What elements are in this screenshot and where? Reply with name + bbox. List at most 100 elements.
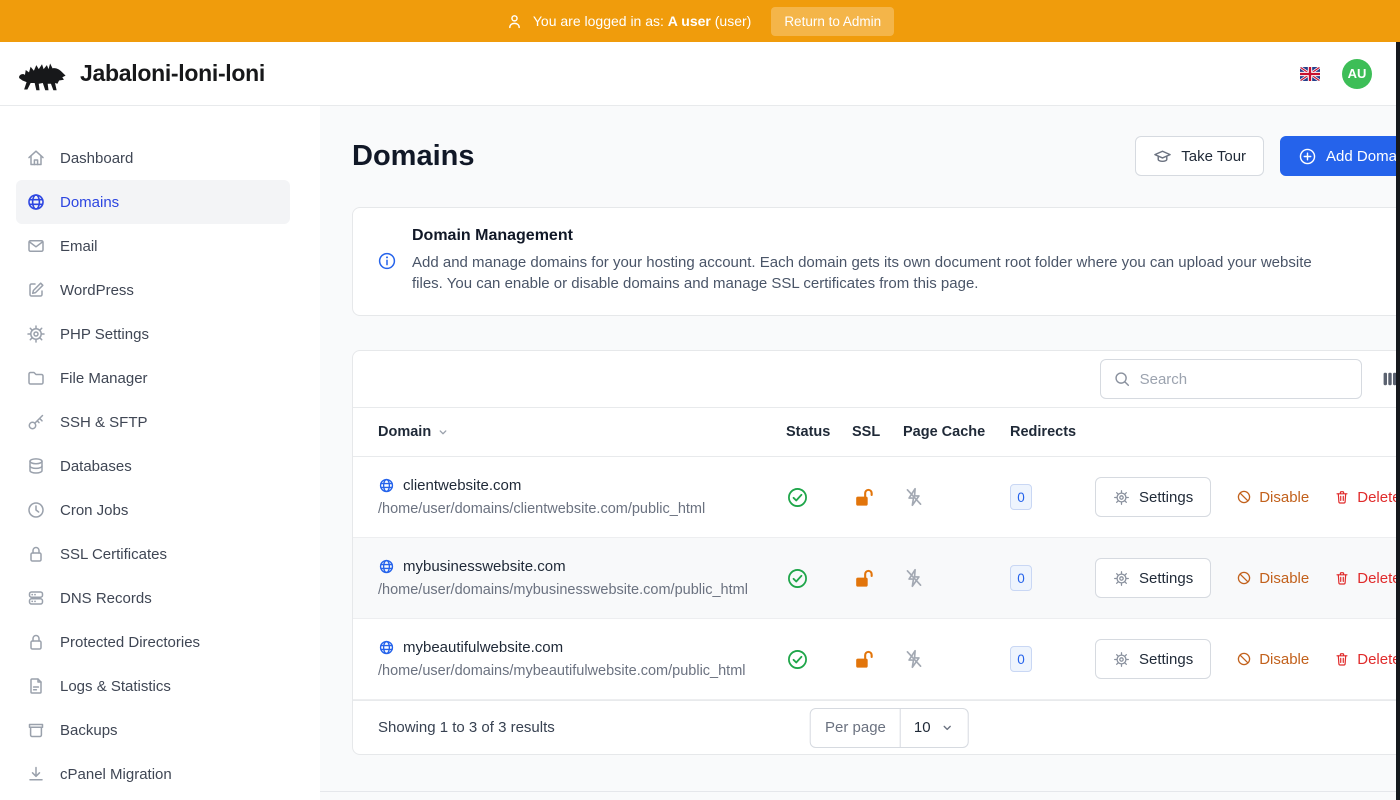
globe-icon (378, 558, 395, 575)
settings-button[interactable]: Settings (1095, 558, 1211, 598)
domain-name[interactable]: mybusinesswebsite.com (403, 558, 566, 575)
domains-table-card: Domain Status SSL Page Cache Redirects c… (352, 350, 1400, 755)
settings-button[interactable]: Settings (1095, 477, 1211, 517)
lock-icon (26, 632, 46, 652)
user-avatar[interactable]: AU (1342, 59, 1372, 89)
delete-button[interactable]: Delete (1334, 570, 1400, 587)
column-header-domain[interactable]: Domain (378, 424, 786, 440)
graduation-cap-icon (1153, 147, 1172, 166)
brand-name: Jabaloni-loni-loni (80, 60, 265, 87)
key-icon (26, 412, 46, 432)
search-box (1100, 359, 1362, 399)
globe-icon (378, 639, 395, 656)
redirects-cell: 0 (1010, 565, 1095, 591)
add-domain-label: Add Domain (1326, 148, 1400, 165)
sidebar-item-backups[interactable]: Backups (16, 708, 290, 752)
info-icon (377, 251, 397, 271)
disable-button[interactable]: Disable (1236, 651, 1309, 668)
header-right: AU (1300, 59, 1384, 89)
page-scrollbar[interactable] (1396, 42, 1400, 800)
search-input[interactable] (1140, 371, 1349, 388)
sidebar-item-ssl-certificates[interactable]: SSL Certificates (16, 532, 290, 576)
domain-path: /home/user/domains/clientwebsite.com/pub… (378, 501, 786, 517)
page-cache-off-icon[interactable] (903, 648, 1010, 670)
sidebar-item-label: PHP Settings (60, 326, 149, 343)
take-tour-label: Take Tour (1181, 148, 1246, 165)
download-icon (26, 764, 46, 784)
edit-icon (26, 280, 46, 300)
per-page-label: Per page (811, 709, 901, 747)
trash-icon (1334, 651, 1350, 667)
sidebar-item-label: Protected Directories (60, 634, 200, 651)
sidebar-item-logs-statistics[interactable]: Logs & Statistics (16, 664, 290, 708)
sidebar-item-databases[interactable]: Databases (16, 444, 290, 488)
sidebar-item-label: Logs & Statistics (60, 678, 171, 695)
database-icon (26, 456, 46, 476)
sidebar-item-label: Domains (60, 194, 119, 211)
delete-button[interactable]: Delete (1334, 651, 1400, 668)
language-flag-icon[interactable] (1300, 67, 1320, 81)
sidebar-item-cpanel-migration[interactable]: cPanel Migration (16, 752, 290, 796)
gear-icon (26, 324, 46, 344)
column-header-ssl: SSL (852, 424, 903, 440)
sidebar-item-php-settings[interactable]: PHP Settings (16, 312, 290, 356)
ssl-unlocked-icon[interactable] (852, 567, 903, 590)
sidebar-item-protected-directories[interactable]: Protected Directories (16, 620, 290, 664)
boar-logo-icon (16, 55, 68, 93)
sidebar-item-label: SSH & SFTP (60, 414, 148, 431)
home-icon (26, 148, 46, 168)
ban-icon (1236, 570, 1252, 586)
delete-button[interactable]: Delete (1334, 489, 1400, 506)
per-page-select[interactable]: 10 (901, 719, 968, 736)
domain-name[interactable]: mybeautifulwebsite.com (403, 639, 563, 656)
sidebar-item-label: WordPress (60, 282, 134, 299)
table-footer: Showing 1 to 3 of 3 results Per page 10 (353, 700, 1400, 754)
sidebar-item-wordpress[interactable]: WordPress (16, 268, 290, 312)
info-title: Domain Management (412, 227, 1317, 245)
sidebar-item-label: DNS Records (60, 590, 152, 607)
sidebar-item-label: Dashboard (60, 150, 133, 167)
sidebar-item-dashboard[interactable]: Dashboard (16, 136, 290, 180)
gear-icon (1113, 651, 1130, 668)
return-to-admin-button[interactable]: Return to Admin (771, 7, 894, 36)
sidebar-item-label: cPanel Migration (60, 766, 172, 783)
row-actions: Settings Disable Delete (1095, 477, 1400, 517)
page-cache-off-icon[interactable] (903, 486, 1010, 508)
sidebar-item-label: SSL Certificates (60, 546, 167, 563)
sidebar-item-label: Cron Jobs (60, 502, 128, 519)
gear-icon (1113, 570, 1130, 587)
row-actions: Settings Disable Delete (1095, 639, 1400, 679)
disable-button[interactable]: Disable (1236, 489, 1309, 506)
status-enabled-icon (786, 648, 852, 671)
sidebar-item-label: Backups (60, 722, 118, 739)
sidebar-item-file-manager[interactable]: File Manager (16, 356, 290, 400)
settings-button[interactable]: Settings (1095, 639, 1211, 679)
clock-icon (26, 500, 46, 520)
trash-icon (1334, 570, 1350, 586)
column-header-status: Status (786, 424, 852, 440)
sidebar-item-dns-records[interactable]: DNS Records (16, 576, 290, 620)
brand[interactable]: Jabaloni-loni-loni (16, 55, 265, 93)
per-page-control: Per page 10 (810, 708, 969, 748)
sidebar-item-ssh-sftp[interactable]: SSH & SFTP (16, 400, 290, 444)
ssl-unlocked-icon[interactable] (852, 486, 903, 509)
footer-divider (320, 791, 1400, 792)
impersonation-banner: You are logged in as: A user (user) Retu… (0, 0, 1400, 42)
page-cache-off-icon[interactable] (903, 567, 1010, 589)
domain-cell: mybusinesswebsite.com /home/user/domains… (378, 558, 786, 598)
column-header-page-cache: Page Cache (903, 424, 1010, 440)
sidebar-item-domains[interactable]: Domains (16, 180, 290, 224)
redirects-cell: 0 (1010, 484, 1095, 510)
add-domain-button[interactable]: Add Domain (1280, 136, 1400, 176)
disable-button[interactable]: Disable (1236, 570, 1309, 587)
redirects-count-badge[interactable]: 0 (1010, 484, 1032, 510)
domain-name[interactable]: clientwebsite.com (403, 477, 521, 494)
main-content: Domains Take Tour Add Domain Domain Mana… (320, 106, 1400, 800)
results-summary: Showing 1 to 3 of 3 results (378, 719, 555, 736)
ssl-unlocked-icon[interactable] (852, 648, 903, 671)
redirects-count-badge[interactable]: 0 (1010, 565, 1032, 591)
sidebar-item-email[interactable]: Email (16, 224, 290, 268)
take-tour-button[interactable]: Take Tour (1135, 136, 1264, 176)
sidebar-item-cron-jobs[interactable]: Cron Jobs (16, 488, 290, 532)
redirects-count-badge[interactable]: 0 (1010, 646, 1032, 672)
